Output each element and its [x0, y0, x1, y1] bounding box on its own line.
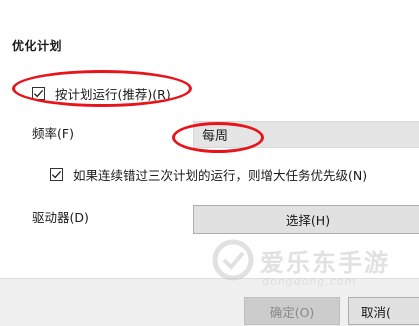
ok-button-label: 确定(O) [269, 304, 315, 320]
ok-button[interactable]: 确定(O) [244, 297, 340, 325]
highlight-ellipse-frequency [172, 122, 264, 153]
choose-drive-button[interactable]: 选择(H) [193, 205, 419, 234]
frequency-label: 频率(F) [32, 126, 74, 141]
increase-priority-label: 如果连续错过三次计划的运行，则增大任务优先级(N) [73, 168, 368, 183]
choose-drive-button-label: 选择(H) [285, 213, 331, 228]
increase-priority-checkbox[interactable] [50, 168, 63, 181]
cancel-button-label: 取消( [361, 304, 391, 320]
highlight-ellipse-schedule [12, 70, 192, 107]
watermark: 爱乐东手游 dongdong.com [212, 237, 412, 297]
watermark-subtext: dongdong.com [262, 275, 357, 288]
section-title: 优化计划 [12, 39, 63, 53]
watermark-logo-icon [212, 239, 254, 281]
cancel-button[interactable]: 取消( [348, 297, 419, 325]
watermark-text: 爱乐东手游 [260, 249, 390, 277]
checkmark-icon [51, 170, 62, 179]
increase-priority-option[interactable]: 如果连续错过三次计划的运行，则增大任务优先级(N) [50, 165, 367, 184]
drive-label: 驱动器(D) [32, 210, 89, 225]
